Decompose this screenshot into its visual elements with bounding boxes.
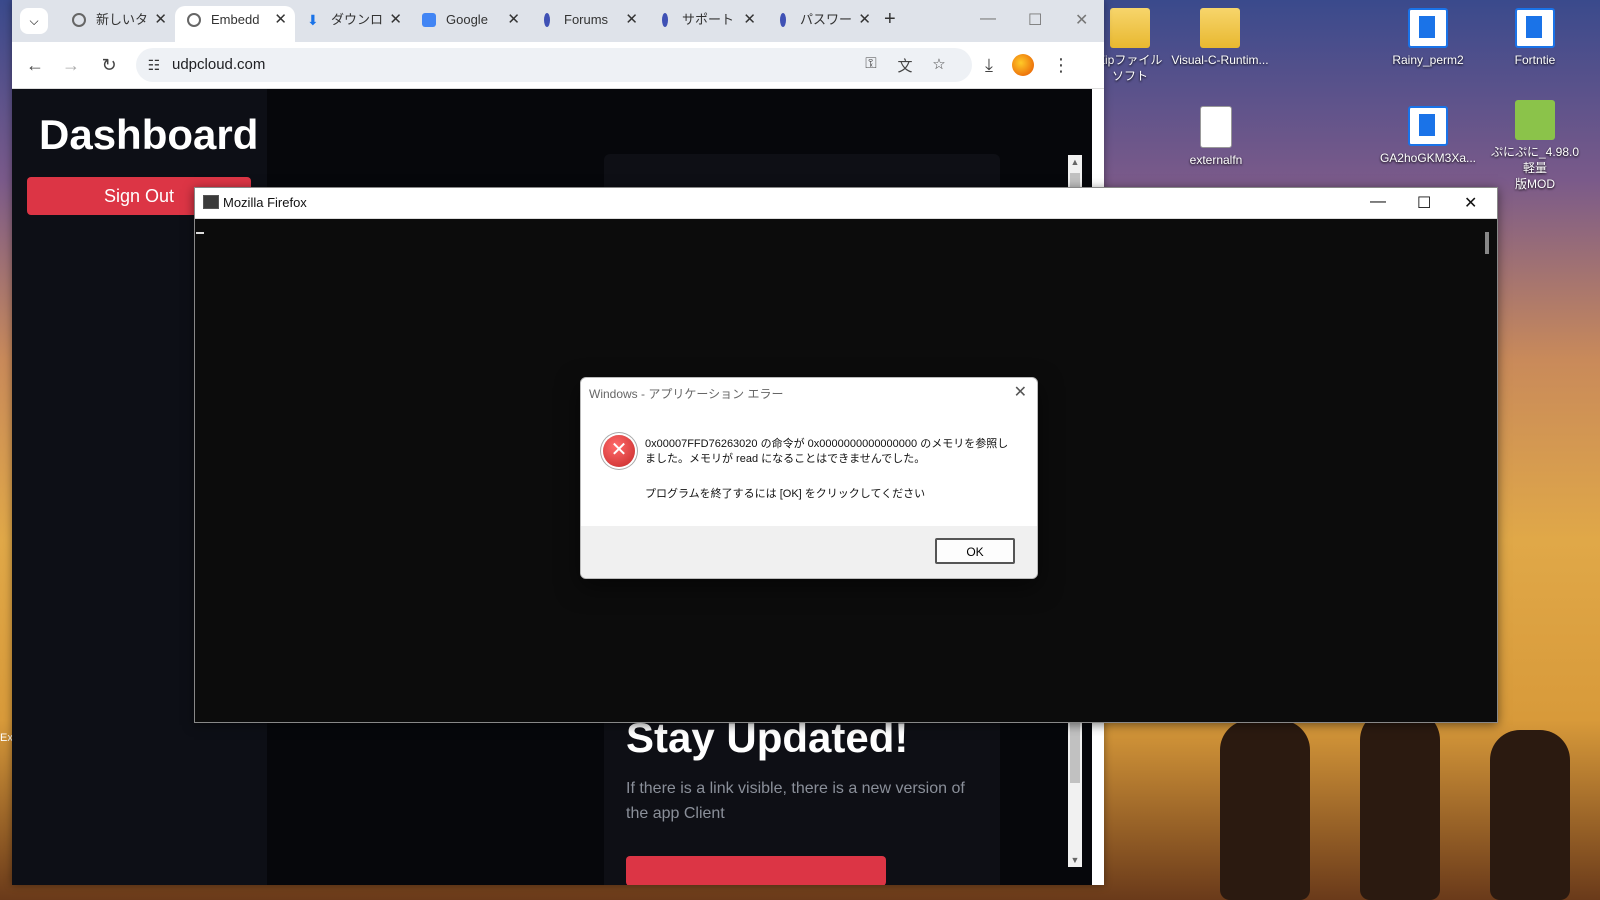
tab-forums[interactable]: Forums ✕	[528, 6, 646, 42]
translate-icon[interactable]: 文	[894, 55, 916, 75]
profile-avatar[interactable]	[1012, 54, 1034, 76]
tab-title: サポート	[682, 12, 735, 27]
dialog-title: Windows - アプリケーション エラー	[589, 387, 784, 401]
new-tab-button[interactable]: +	[884, 8, 896, 31]
tab-title: 新しいタ	[96, 12, 149, 27]
forward-icon[interactable]: →	[58, 52, 84, 78]
scroll-up-icon[interactable]: ▲	[1068, 157, 1082, 167]
close-window-icon[interactable]: ✕	[1075, 10, 1088, 30]
desktop-icon-rainy-perm2[interactable]: Rainy_perm2	[1378, 8, 1478, 68]
site-icon	[780, 13, 786, 27]
tab-title: Embedd	[211, 12, 260, 27]
dialog-footer: OK	[581, 526, 1037, 578]
site-info-icon[interactable]: ☷	[144, 55, 164, 75]
site-icon	[662, 13, 668, 27]
desktop-icon-label: externalfn	[1189, 153, 1243, 167]
key-icon[interactable]: ⚿	[860, 55, 882, 75]
close-icon[interactable]: ✕	[154, 6, 167, 34]
file-icon	[1200, 106, 1232, 148]
error-message: 0x00007FFD76263020 の命令が 0x00000000000000…	[645, 438, 1009, 465]
translate-icon	[422, 13, 436, 27]
tab-title: Forums	[564, 12, 609, 27]
minimize-icon[interactable]: —	[1370, 193, 1386, 211]
ok-button[interactable]: OK	[935, 538, 1015, 564]
tab-support[interactable]: サポート ✕	[646, 6, 764, 42]
browser-toolbar: ← → ↻ ☷ udpcloud.com ⚿ 文 ☆ ⤓ ⋮	[12, 42, 1104, 89]
scroll-down-icon[interactable]: ▼	[1068, 855, 1082, 865]
close-icon[interactable]: ✕	[507, 6, 520, 34]
globe-icon	[72, 13, 86, 27]
desktop-icon-label: Visual-C-Runtim...	[1171, 53, 1269, 67]
download-icon: ⬇	[307, 12, 319, 28]
desktop-icon-visual-c[interactable]: Visual-C-Runtim...	[1170, 8, 1270, 68]
app-shortcut-icon	[1408, 8, 1448, 48]
desktop-icon-label: GA2hoGKM3Xa...	[1379, 151, 1477, 165]
console-app-icon	[203, 195, 219, 209]
desktop-edge-text: Ex	[0, 732, 13, 744]
desktop-icon-label: ぷにぷに_4.98.0軽量 版MOD	[1490, 145, 1580, 191]
app-shortcut-icon	[1408, 106, 1448, 146]
tab-downloads[interactable]: ⬇ ダウンロ ✕	[295, 6, 410, 42]
star-icon[interactable]: ☆	[928, 55, 950, 75]
console-scrollbar[interactable]	[1485, 232, 1489, 254]
site-icon	[544, 13, 550, 27]
desktop-icon-fortntie[interactable]: Fortntie	[1485, 8, 1585, 68]
tab-title: Google	[446, 12, 488, 27]
error-icon: ✕	[603, 435, 635, 467]
tab-new-tab[interactable]: 新しいタ ✕	[60, 6, 175, 42]
maximize-icon[interactable]: ☐	[1417, 193, 1431, 213]
desktop-icon-label: Fortntie	[1514, 53, 1556, 67]
tab-google[interactable]: Google ✕	[410, 6, 528, 42]
desktop-icon-externalfn[interactable]: externalfn	[1166, 106, 1266, 168]
android-apk-icon	[1515, 100, 1555, 140]
globe-icon	[187, 13, 201, 27]
window-title: Mozilla Firefox	[223, 195, 307, 210]
desktop-icon-ga2ho[interactable]: GA2hoGKM3Xa...	[1378, 106, 1478, 166]
page-title: Dashboard	[39, 111, 259, 158]
close-icon[interactable]: ✕	[1014, 382, 1027, 402]
minimize-icon[interactable]: —	[980, 10, 996, 28]
address-bar[interactable]: ☷ udpcloud.com ⚿ 文 ☆	[136, 48, 972, 82]
tab-title: パスワー	[800, 12, 853, 27]
desktop-icon-punipuni[interactable]: ぷにぷに_4.98.0軽量 版MOD	[1485, 100, 1585, 192]
close-window-icon[interactable]: ✕	[1464, 193, 1477, 213]
download-link-button[interactable]	[626, 856, 886, 885]
download-icon[interactable]: ⤓	[976, 52, 1002, 78]
tab-strip: ⌵ 新しいタ ✕ Embedd ✕ ⬇ ダウンロ ✕ Google ✕ Foru…	[12, 0, 1104, 42]
chevron-down-icon: ⌵	[29, 14, 39, 28]
zip-folder-icon	[1200, 8, 1240, 48]
console-cursor	[196, 232, 204, 234]
back-icon[interactable]: ←	[22, 52, 48, 78]
application-error-dialog: Windows - アプリケーション エラー ✕ ✕ 0x00007FFD762…	[580, 377, 1038, 579]
stay-updated-text: If there is a link visible, there is a n…	[626, 780, 965, 822]
tab-embedded[interactable]: Embedd ✕	[175, 6, 295, 42]
error-instruction: プログラムを終了するには [OK] をクリックしてください	[645, 488, 926, 500]
close-icon[interactable]: ✕	[274, 6, 287, 34]
url-text[interactable]: udpcloud.com	[172, 56, 265, 73]
wallpaper-figures	[1100, 700, 1600, 900]
maximize-icon[interactable]: ☐	[1028, 10, 1042, 30]
window-title-bar[interactable]: Mozilla Firefox — ☐ ✕	[195, 188, 1497, 219]
tab-password[interactable]: パスワー ✕	[764, 6, 879, 42]
tab-title: ダウンロ	[331, 12, 384, 27]
reload-icon[interactable]: ↻	[96, 52, 122, 78]
close-icon[interactable]: ✕	[743, 6, 756, 34]
tab-search-button[interactable]: ⌵	[20, 8, 48, 34]
folder-icon	[1110, 8, 1150, 48]
close-icon[interactable]: ✕	[389, 6, 402, 34]
app-shortcut-icon	[1515, 8, 1555, 48]
desktop-icon-label: Rainy_perm2	[1392, 53, 1464, 67]
more-menu-icon[interactable]: ⋮	[1048, 52, 1074, 78]
close-icon[interactable]: ✕	[625, 6, 638, 34]
close-icon[interactable]: ✕	[858, 6, 871, 34]
